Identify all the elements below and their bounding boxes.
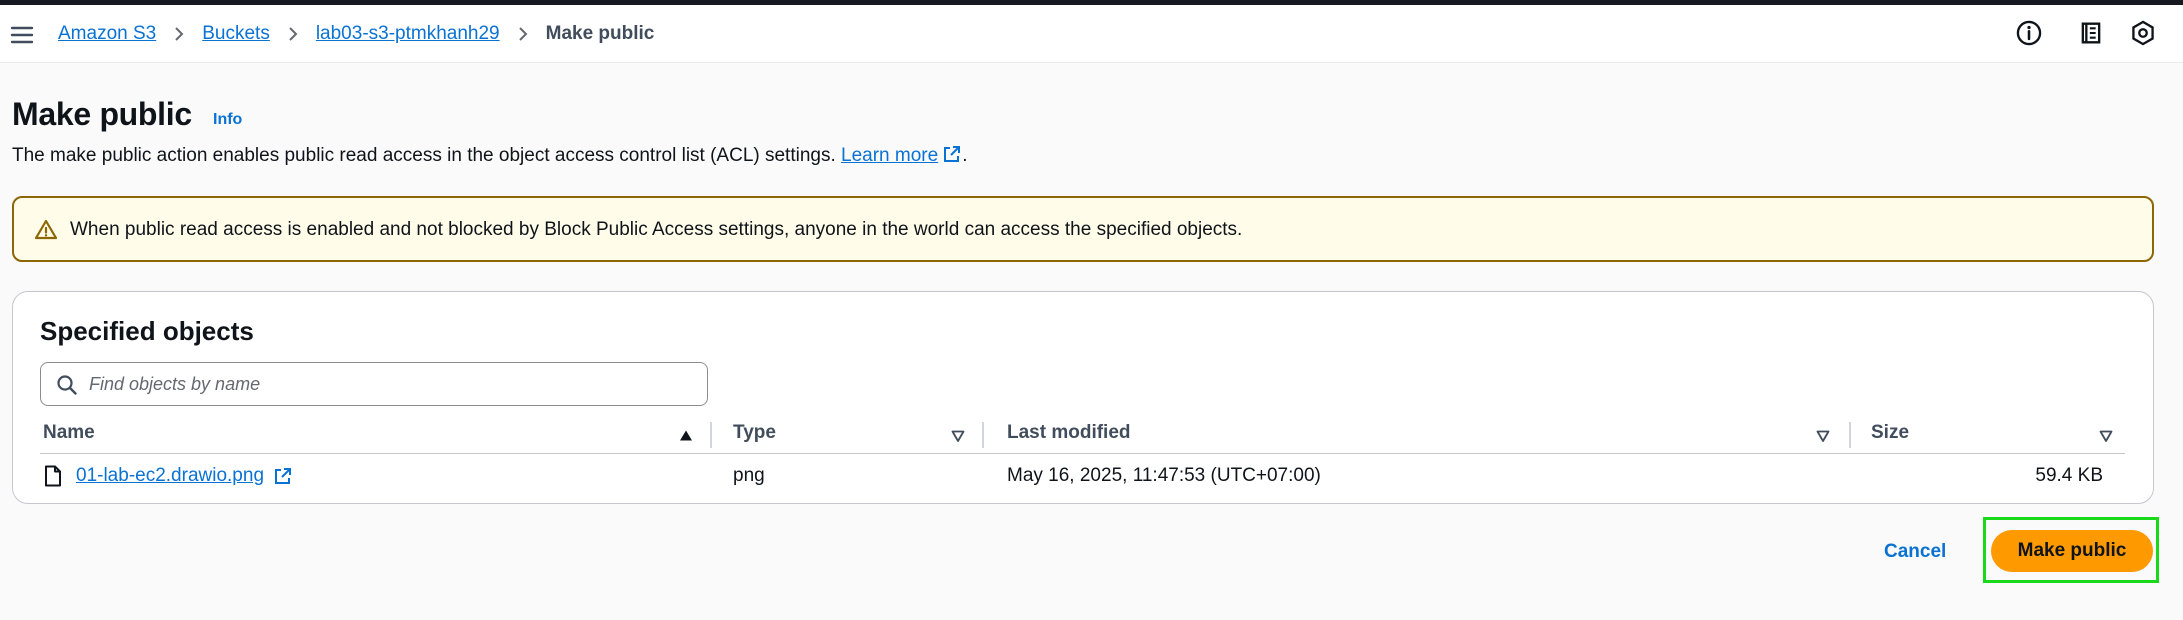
sort-caret-down-icon[interactable] <box>1815 428 1831 444</box>
description-text: The make public action enables public re… <box>12 145 836 166</box>
learn-more-link[interactable]: Learn more <box>841 145 962 166</box>
object-size: 59.4 KB <box>2035 465 2103 486</box>
settings-hexagon-icon[interactable] <box>2129 19 2157 47</box>
description-period: . <box>962 145 968 166</box>
chevron-right-icon <box>175 27 184 41</box>
breadcrumb-buckets[interactable]: Buckets <box>202 23 270 45</box>
breadcrumb: Amazon S3 Buckets lab03-s3-ptmkhanh29 Ma… <box>58 21 654 47</box>
top-navigation-bar: Amazon S3 Buckets lab03-s3-ptmkhanh29 Ma… <box>0 5 2183 63</box>
sort-ascending-icon[interactable] <box>678 428 694 444</box>
section-title: Specified objects <box>40 316 254 346</box>
sort-caret-down-icon[interactable] <box>2098 428 2114 444</box>
file-icon <box>45 465 61 487</box>
object-type: png <box>733 465 765 486</box>
column-divider <box>1849 422 1851 448</box>
notifications-panel-icon[interactable] <box>2077 19 2105 47</box>
column-divider <box>982 422 984 448</box>
breadcrumb-current-page: Make public <box>545 23 655 44</box>
warning-icon <box>34 219 58 240</box>
page-description: The make public action enables public re… <box>12 144 967 167</box>
object-last-modified: May 16, 2025, 11:47:53 (UTC+07:00) <box>1007 465 1321 486</box>
search-field[interactable] <box>40 362 708 406</box>
column-header-name[interactable]: Name <box>43 422 95 452</box>
warning-alert: When public read access is enabled and n… <box>12 196 2154 262</box>
sort-caret-down-icon[interactable] <box>950 428 966 444</box>
search-icon <box>57 375 77 395</box>
external-link-icon[interactable] <box>273 466 293 486</box>
column-header-type[interactable]: Type <box>733 422 776 452</box>
alert-message: When public read access is enabled and n… <box>70 219 1243 240</box>
highlight-outline: Make public <box>1983 517 2159 583</box>
chevron-right-icon <box>289 27 298 41</box>
object-name-link[interactable]: 01-lab-ec2.drawio.png <box>76 465 264 487</box>
hamburger-menu-icon[interactable] <box>10 23 34 47</box>
page-title: Make public <box>12 96 192 132</box>
make-public-button[interactable]: Make public <box>1991 530 2153 572</box>
external-link-icon <box>944 146 961 162</box>
cancel-button[interactable]: Cancel <box>1870 535 1960 569</box>
learn-more-label: Learn more <box>841 145 939 166</box>
chevron-right-icon <box>518 27 528 41</box>
info-circle-icon[interactable] <box>2015 19 2043 47</box>
search-input[interactable] <box>89 369 689 399</box>
breadcrumb-amazon-s3[interactable]: Amazon S3 <box>58 23 156 45</box>
column-header-size[interactable]: Size <box>1871 422 1909 452</box>
column-divider <box>710 422 712 448</box>
column-header-last-modified[interactable]: Last modified <box>1007 422 1131 452</box>
specified-objects-panel: Specified objects Name Type Last modifie… <box>12 291 2154 504</box>
table-header-divider <box>40 453 2125 454</box>
info-link[interactable]: Info <box>213 111 242 129</box>
breadcrumb-bucket-name[interactable]: lab03-s3-ptmkhanh29 <box>316 23 500 45</box>
